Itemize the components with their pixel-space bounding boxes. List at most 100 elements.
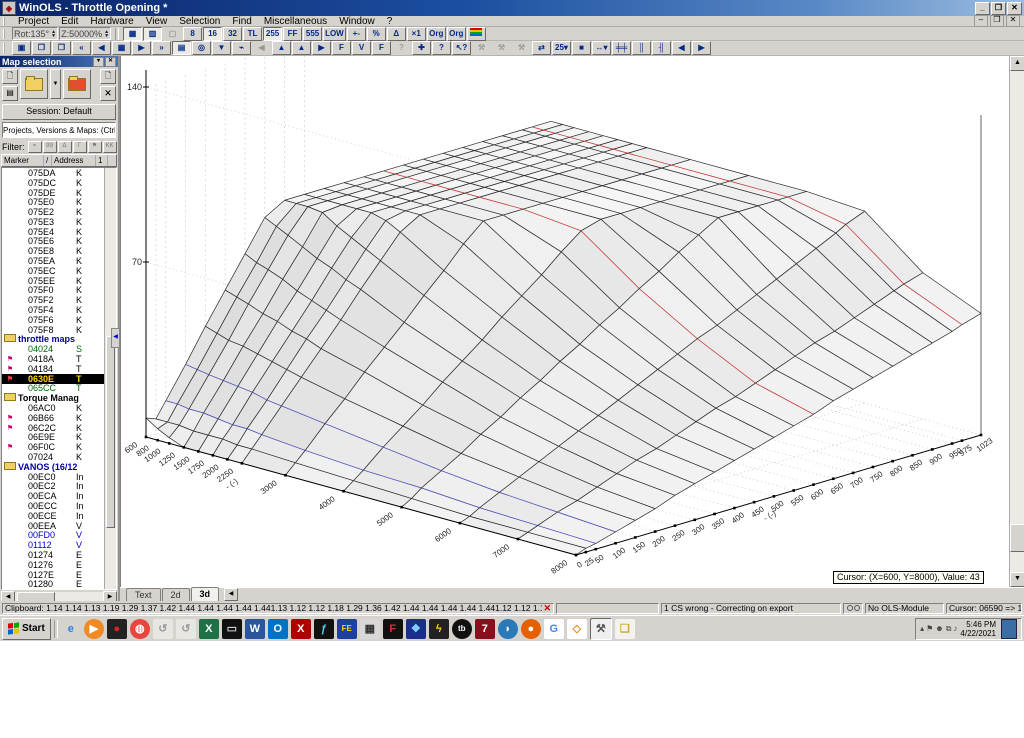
nav-next-icon[interactable]: ▶ [132,41,151,55]
map-row[interactable]: 00ECE In [2,511,116,521]
vbox-icon[interactable]: ◇ [566,618,587,639]
nav-last-icon[interactable]: » [152,41,171,55]
start-button[interactable]: Start [2,617,51,640]
map-row[interactable]: 075F4 K [2,305,116,315]
map-row[interactable]: ⚑ 06C2C K [2,423,116,433]
explorer-folder-icon[interactable]: ❏ [614,618,635,639]
factor-icon[interactable]: ×1 [406,26,426,41]
help-icon[interactable]: ? [432,41,451,55]
width-32bit-icon[interactable]: 32 [223,26,243,41]
menu-view[interactable]: View [140,16,174,27]
mdi-close-button[interactable]: ✕ [1006,15,1020,27]
map-row[interactable]: 00EC0 In [2,472,116,482]
mediaplayer-icon[interactable]: ▶ [83,618,104,639]
map-row[interactable]: ⚑ 06F0C K [2,442,116,452]
swap-colors-icon[interactable]: ⇄ [532,41,551,55]
panel-collapse-arrow[interactable]: ◀ [111,328,120,348]
panel-menu-button[interactable]: ▾ [93,56,104,67]
maximize-button[interactable]: ❐ [991,1,1006,15]
sync-gray1-icon[interactable]: ↺ [152,618,173,639]
tool-wrench-icon[interactable]: ⚒ [492,41,511,55]
show-desktop-icon[interactable] [1001,618,1017,639]
save-map-button[interactable]: ▤ [2,86,18,101]
menu-miscellaneous[interactable]: Miscellaneous [258,16,333,27]
display-bin-icon[interactable]: 555 [303,26,323,41]
map-row[interactable]: 075F6 K [2,315,116,325]
nav-first-icon[interactable]: « [72,41,91,55]
thunderbird-icon[interactable]: ◗ [497,618,518,639]
panel-close-button[interactable]: ✕ [105,56,116,67]
tab-2d[interactable]: 2d [161,588,190,601]
minimize-button[interactable]: _ [975,1,990,15]
tool-axe-icon[interactable]: ⚒ [512,41,531,55]
v-lightning-icon[interactable]: ϟ [428,618,449,639]
filter-button-0[interactable]: = [27,141,42,153]
chart-scroll-up[interactable]: ▲ [1010,56,1024,71]
fe-icon[interactable]: FE [336,618,357,639]
lohi-byteorder-icon[interactable]: LOW [323,26,346,41]
map-row[interactable]: 075E0 K [2,197,116,207]
map-row[interactable]: ⚑ 06B66 K [2,413,116,423]
context-help-icon[interactable]: ↖? [452,41,471,55]
header-address[interactable]: Address [52,155,96,166]
chart-scroll-thumb[interactable] [1010,524,1024,552]
view-3d-icon[interactable]: ▦ [123,26,143,41]
width-float-icon[interactable]: TL [243,26,263,41]
rotation-spinner[interactable]: Rot:135° ▲ ▼ [12,27,59,40]
filter-button-1[interactable]: 99 [42,141,57,153]
scroll-right-icon[interactable]: ▶ [692,41,711,55]
map-row[interactable]: 00ECA In [2,491,116,501]
map-row[interactable]: 01280 E [2,579,116,589]
tray-expand-icon[interactable]: ▴ [920,624,924,633]
import-project-button[interactable] [63,69,91,99]
open-project-dropdown[interactable]: ▼ [50,69,61,99]
filter-button-5[interactable]: KK [102,141,117,153]
tray-users-icon[interactable]: ☻ [935,624,943,633]
map-row[interactable]: 075E8 K [2,246,116,256]
mdi-restore-button[interactable]: ❐ [990,15,1004,27]
filter-button-2[interactable]: Δ [57,141,72,153]
display-hex-icon[interactable]: FF [283,26,303,41]
x-ee-icon[interactable]: X [290,618,311,639]
map-row[interactable]: 04024 S [2,344,116,354]
columns-vertical-icon[interactable]: ║ [632,41,651,55]
width-8bit-icon[interactable]: 8 [183,26,203,41]
export-map-button[interactable]: 🗋 [100,69,116,84]
map-search-icon[interactable]: ▼ [212,41,231,55]
mdi-minimize-button[interactable]: – [974,15,988,27]
map-row[interactable]: 075EE K [2,276,116,286]
view-text-icon[interactable]: ▢ [163,26,183,41]
map-row[interactable]: ⚑ 0630E T [2,374,116,384]
map-row[interactable]: 075E3 K [2,217,116,227]
function-f-icon[interactable]: F [332,41,351,55]
display-dec-icon[interactable]: 255 [263,26,283,41]
map-row[interactable]: 0127E E [2,570,116,580]
chart-scroll-down[interactable]: ▼ [1010,572,1024,587]
map-row[interactable]: 075E2 K [2,207,116,217]
map-row[interactable]: 075EA K [2,256,116,266]
function-f2-icon[interactable]: F [372,41,391,55]
map-row[interactable]: 075F2 K [2,295,116,305]
color-select-icon[interactable]: ■ [572,41,591,55]
map-row[interactable]: 075F0 K [2,285,116,295]
cubes-icon[interactable]: ❖ [405,618,426,639]
script-icon[interactable]: ƒ [313,618,334,639]
width-16bit-icon[interactable]: 16 [203,26,223,41]
scroll-left-icon[interactable]: ◀ [672,41,691,55]
function-v-icon[interactable]: V [352,41,371,55]
firefox-lock-icon[interactable]: ● [520,618,541,639]
zoom-spin-arrows[interactable]: ▲ ▼ [104,29,109,38]
tool-hammer-icon[interactable]: ⚒ [472,41,491,55]
columns-single-icon[interactable]: ╢ [652,41,671,55]
cellsize-dropdown[interactable]: 25▾ [552,41,571,55]
colwidth-dropdown[interactable]: ↔▾ [592,41,611,55]
menu-find[interactable]: Find [226,16,257,27]
scope-combo[interactable]: Projects, Versions & Maps: (Ctrl ▼ [2,122,116,138]
delta-icon[interactable]: Δ [386,26,406,41]
map-row[interactable]: 075F8 K [2,325,116,335]
back-icon[interactable]: ◀ [252,41,271,55]
sign-toggle-icon[interactable]: +- [346,26,366,41]
menu-project[interactable]: Project [12,16,55,27]
map-row[interactable]: ⚑ 04184 T [2,364,116,374]
tray-display-icon[interactable]: ⧉ [946,624,952,634]
